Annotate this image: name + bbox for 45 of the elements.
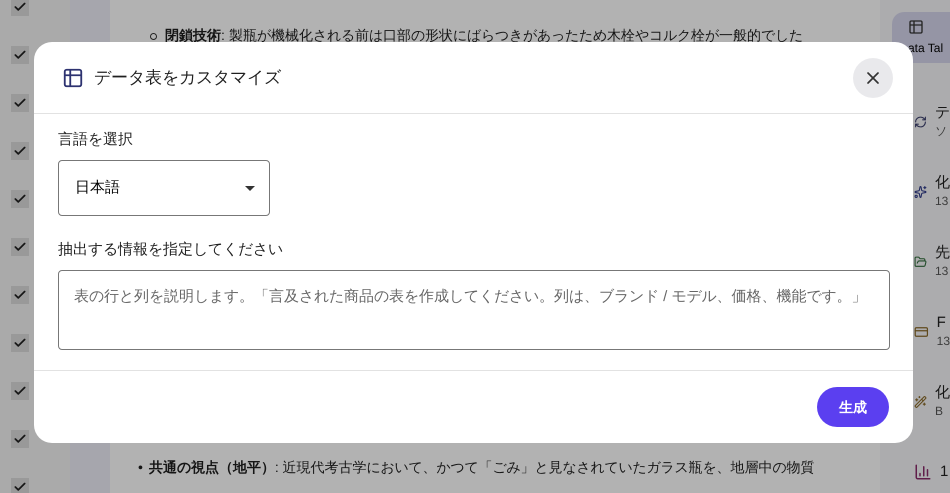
table-icon	[908, 18, 924, 34]
check-icon	[13, 336, 27, 350]
generate-button[interactable]: 生成	[817, 387, 889, 427]
checkbox[interactable]	[11, 190, 29, 208]
sidebar-item[interactable]: 化 13	[892, 171, 950, 213]
check-icon	[13, 48, 27, 62]
sidebar-item[interactable]: 先 13	[892, 241, 950, 283]
check-icon	[13, 144, 27, 158]
dialog-title: データ表をカスタマイズ	[94, 66, 281, 89]
check-icon	[13, 0, 27, 14]
sidebar-item[interactable]: 化 B	[892, 381, 950, 423]
checkbox[interactable]	[11, 382, 29, 400]
table-icon	[62, 66, 84, 88]
checkbox[interactable]	[11, 238, 29, 256]
field-label: 言語を選択	[58, 130, 134, 150]
paragraph-line: 共通の視点（地平）: 近現代考古学において、かつて「ごみ」と見なされていたガラス瓶を、地層中の物質	[148, 458, 815, 477]
check-icon	[13, 432, 27, 446]
check-icon	[13, 240, 27, 254]
check-icon	[13, 480, 27, 493]
close-button[interactable]	[853, 58, 893, 98]
bullet-text: 閉鎖技術: 製瓶が機械化される前は口部の形状にばらつきがあったため木栓やコルク栓が一般的でした	[165, 26, 803, 45]
sidebar-item[interactable]: 1	[892, 451, 950, 493]
dropdown-caret-icon	[245, 186, 255, 190]
wand-icon	[914, 393, 927, 411]
prompt-field[interactable]: 表の行と列を説明します。「言及された商品の表を作成してください。列は、ブランド / モデル、価格、機能です。」	[58, 270, 890, 350]
sidebar-item[interactable]: テ ソ	[892, 101, 950, 143]
bullet-marker: •	[138, 458, 143, 477]
checkbox[interactable]	[11, 142, 29, 160]
check-icon	[13, 288, 27, 302]
bullet-icon	[150, 33, 157, 40]
checkbox[interactable]	[11, 0, 29, 16]
checkbox[interactable]	[11, 94, 29, 112]
check-icon	[13, 192, 27, 206]
field-label: 抽出する情報を指定してください	[58, 240, 284, 260]
sidebar-item[interactable]: F 13	[892, 311, 950, 353]
checkbox[interactable]	[11, 286, 29, 304]
check-icon	[13, 96, 27, 110]
checkbox[interactable]	[11, 478, 29, 493]
check-icon	[13, 384, 27, 398]
chart-icon	[914, 463, 932, 481]
checkbox[interactable]	[11, 334, 29, 352]
checkbox[interactable]	[11, 46, 29, 64]
language-select[interactable]: 日本語	[58, 160, 270, 216]
checkbox[interactable]	[11, 430, 29, 448]
sparkle-icon	[914, 183, 927, 201]
